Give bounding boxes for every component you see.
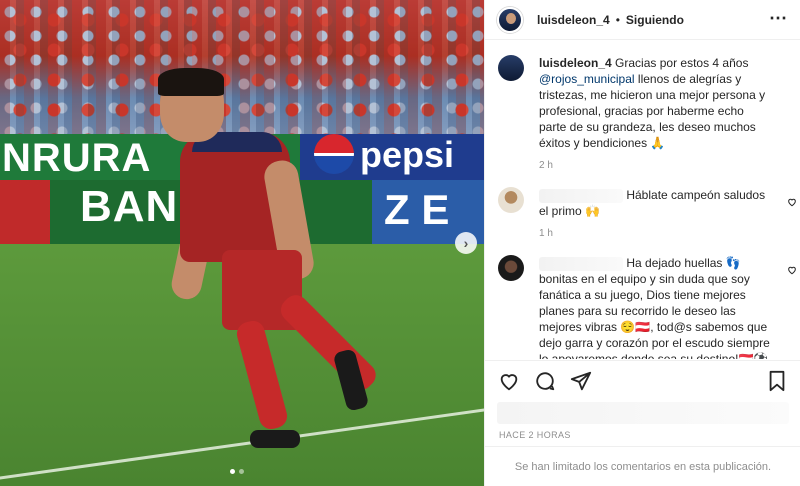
comment-time[interactable]: 1 h (539, 228, 771, 239)
likes-redacted (497, 402, 789, 424)
comment: Ha dejado huellas 👣 bonitas en el equipo… (485, 255, 800, 359)
comments-list[interactable]: luisdeleon_4 Gracias por estos 4 años @r… (485, 41, 800, 359)
heart-icon[interactable] (787, 265, 797, 275)
caption-username[interactable]: luisdeleon_4 (539, 56, 612, 70)
ad-board-text: NRURA (2, 136, 152, 180)
comment-body: Ha dejado huellas 👣 bonitas en el equipo… (539, 256, 770, 359)
comment-username-redacted (539, 188, 623, 203)
comments-limited-notice: Se han limitado los comentarios en esta … (485, 446, 800, 486)
caption-mention[interactable]: @rojos_municipal (539, 72, 635, 86)
carousel-dot-active (230, 469, 235, 474)
caption-text-before: Gracias por estos 4 años (615, 56, 749, 70)
share-icon[interactable] (569, 369, 593, 393)
sponsor-board-red (0, 180, 50, 244)
header-separator: • (615, 12, 620, 27)
player-leg-left (234, 318, 290, 432)
heart-icon[interactable] (787, 197, 797, 207)
carousel-dot (239, 469, 244, 474)
more-icon[interactable]: ⋯ (769, 8, 788, 29)
sponsor-board-blue-text: Z E (384, 186, 450, 233)
posted-time[interactable]: HACE 2 HORAS (499, 430, 571, 440)
player-celebrating (150, 68, 381, 460)
player-leg-right (276, 290, 381, 395)
avatar[interactable] (498, 187, 524, 213)
comment-text: Háblate campeón saludos el primo 🙌 (539, 187, 771, 219)
chevron-right-icon[interactable]: › (455, 232, 477, 254)
heart-icon[interactable] (497, 369, 521, 393)
follow-status-button[interactable]: Siguiendo (626, 13, 684, 27)
caption-text: luisdeleon_4 Gracias por estos 4 años @r… (539, 55, 771, 151)
post-header: luisdeleon_4 • Siguiendo ⋯ (485, 0, 800, 40)
comment-icon[interactable] (533, 369, 557, 393)
caption-time[interactable]: 2 h (539, 160, 771, 171)
avatar[interactable] (497, 6, 523, 33)
post-actions (485, 360, 800, 400)
player-hair (158, 68, 224, 96)
bookmark-icon[interactable] (765, 369, 789, 393)
avatar[interactable] (498, 55, 524, 81)
caption: luisdeleon_4 Gracias por estos 4 años @r… (485, 55, 800, 171)
comment: Háblate campeón saludos el primo 🙌 1 h (485, 187, 800, 239)
header-username[interactable]: luisdeleon_4 (537, 13, 610, 27)
comment-text: Ha dejado huellas 👣 bonitas en el equipo… (539, 255, 771, 359)
carousel-dots (230, 469, 244, 474)
comment-username-redacted (539, 256, 623, 271)
avatar[interactable] (498, 255, 524, 281)
post-photo[interactable]: NRURA pepsi BAN AL Z E › (0, 0, 484, 486)
post-sidebar: luisdeleon_4 • Siguiendo ⋯ luisdeleon_4 … (484, 0, 800, 486)
player-boot-left (250, 430, 300, 448)
